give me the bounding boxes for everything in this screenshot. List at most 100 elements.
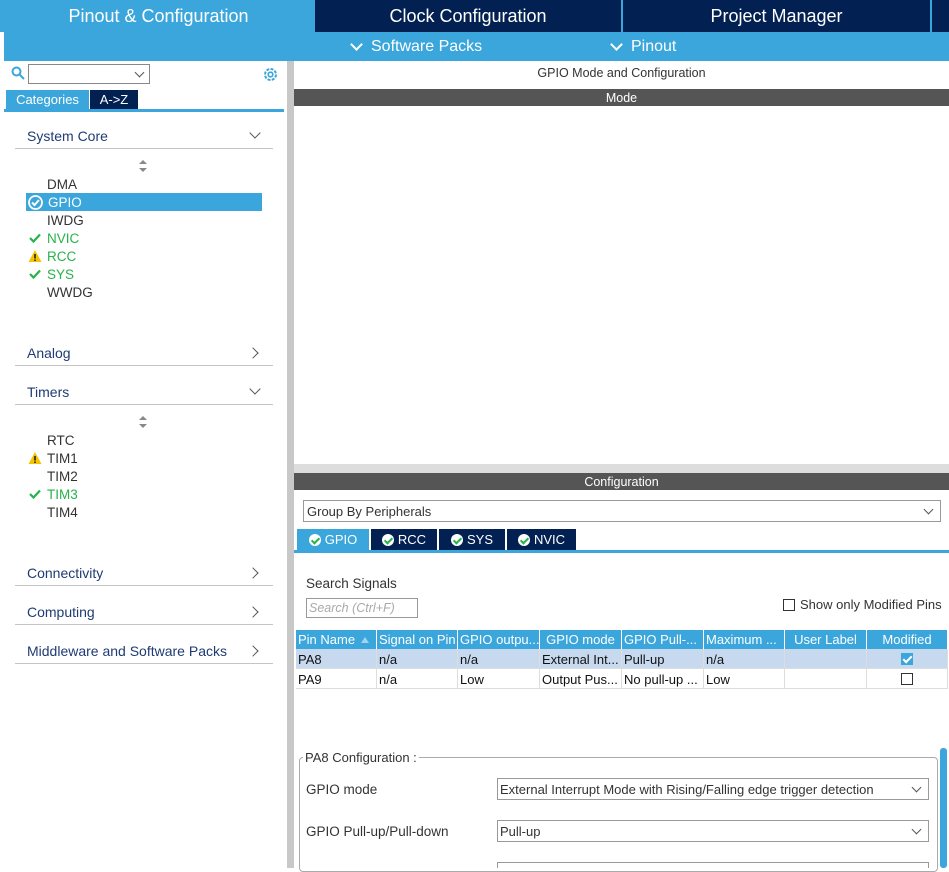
mode-header: Mode bbox=[294, 89, 949, 106]
section-label: Analog bbox=[27, 345, 71, 361]
table-row[interactable]: PA8 n/a n/a External Int... Pull-up n/a bbox=[296, 649, 948, 669]
cell-pull: Pull-up bbox=[622, 649, 704, 669]
column-label: Modified bbox=[882, 632, 932, 647]
column-signal[interactable]: Signal on Pin bbox=[377, 630, 458, 649]
item-label: TIM1 bbox=[47, 450, 78, 466]
config-tab-gpio[interactable]: GPIO bbox=[297, 529, 369, 550]
item-label: SYS bbox=[47, 266, 75, 282]
sidebar-item-nvic[interactable]: NVIC bbox=[47, 229, 79, 247]
sidebar-item-iwdg[interactable]: IWDG bbox=[47, 211, 84, 229]
group-by-select[interactable]: Group By Peripherals bbox=[303, 500, 941, 522]
sidebar-item-rtc[interactable]: RTC bbox=[47, 431, 75, 449]
section-computing[interactable]: Computing bbox=[15, 600, 273, 625]
item-label: WWDG bbox=[47, 284, 93, 300]
column-label: GPIO Pull-... bbox=[624, 632, 697, 647]
cell-modified bbox=[867, 649, 948, 669]
next-config-select[interactable] bbox=[497, 862, 929, 868]
sidebar-item-sys[interactable]: SYS bbox=[47, 265, 74, 283]
chevron-down-icon bbox=[911, 824, 922, 835]
pinout-menu[interactable]: Pinout bbox=[610, 32, 676, 61]
check-circle-icon bbox=[517, 533, 530, 546]
gpio-mode-label: GPIO mode bbox=[306, 782, 378, 797]
column-label: User Label bbox=[794, 632, 857, 647]
check-circle-icon bbox=[450, 533, 463, 546]
sort-icon[interactable] bbox=[139, 160, 147, 172]
column-maximum[interactable]: Maximum ... bbox=[704, 630, 785, 649]
section-timers[interactable]: Timers bbox=[15, 380, 273, 405]
modified-checkbox[interactable] bbox=[901, 673, 913, 685]
sidebar-item-tim1[interactable]: TIM1 bbox=[47, 449, 78, 467]
tab-pinout-configuration[interactable]: Pinout & Configuration bbox=[4, 0, 313, 32]
software-packs-menu[interactable]: Software Packs bbox=[350, 32, 482, 61]
gpio-pull-select[interactable]: Pull-up bbox=[497, 820, 929, 842]
cell-mode: External Int... bbox=[540, 649, 622, 669]
check-icon bbox=[29, 269, 41, 280]
search-signals-label: Search Signals bbox=[306, 576, 397, 591]
column-gpio-output[interactable]: GPIO outpu... bbox=[458, 630, 540, 649]
sidebar-item-wwdg[interactable]: WWDG bbox=[47, 283, 93, 301]
tab-project-manager[interactable]: Project Manager bbox=[623, 0, 930, 32]
column-label: Signal on Pin bbox=[379, 632, 456, 647]
search-icon[interactable] bbox=[11, 66, 25, 80]
cell-pin: PA9 bbox=[296, 669, 377, 689]
item-label: GPIO bbox=[48, 194, 82, 210]
tab-bar-end bbox=[932, 0, 949, 32]
tab-a-to-z[interactable]: A->Z bbox=[90, 90, 138, 109]
signal-search-input[interactable]: Search (Ctrl+F) bbox=[306, 598, 418, 618]
column-user-label[interactable]: User Label bbox=[785, 630, 867, 649]
show-modified-checkbox[interactable] bbox=[783, 599, 795, 611]
chevron-down-icon bbox=[923, 504, 934, 515]
sidebar-item-tim3[interactable]: TIM3 bbox=[47, 485, 78, 503]
section-label: Connectivity bbox=[27, 565, 104, 581]
chevron-down-icon bbox=[610, 37, 623, 51]
gpio-mode-select[interactable]: External Interrupt Mode with Rising/Fall… bbox=[497, 778, 929, 800]
modified-checkbox[interactable] bbox=[901, 653, 913, 665]
sidebar-item-tim4[interactable]: TIM4 bbox=[47, 503, 78, 521]
column-modified[interactable]: Modified bbox=[867, 630, 948, 649]
cell-user-label[interactable] bbox=[785, 649, 867, 669]
column-gpio-mode[interactable]: GPIO mode bbox=[540, 630, 622, 649]
section-middleware[interactable]: Middleware and Software Packs bbox=[15, 639, 273, 664]
cell-user-label[interactable] bbox=[785, 669, 867, 689]
column-gpio-pull[interactable]: GPIO Pull-... bbox=[622, 630, 704, 649]
chevron-down-icon bbox=[350, 37, 363, 51]
sidebar-item-gpio[interactable]: GPIO bbox=[48, 193, 82, 211]
chevron-right-icon bbox=[247, 347, 259, 359]
page-title: GPIO Mode and Configuration bbox=[537, 66, 706, 80]
check-circle-icon bbox=[28, 195, 43, 210]
section-analog[interactable]: Analog bbox=[15, 341, 273, 366]
config-scrollbar[interactable] bbox=[940, 748, 947, 868]
panel-splitter[interactable] bbox=[287, 61, 294, 868]
column-label: Pin Name bbox=[298, 632, 356, 647]
config-tabs-underline bbox=[294, 550, 949, 553]
check-icon bbox=[29, 233, 41, 244]
table-row[interactable]: PA9 n/a Low Output Pus... No pull-up ...… bbox=[296, 669, 948, 689]
sort-icon[interactable] bbox=[139, 416, 147, 428]
config-tab-nvic[interactable]: NVIC bbox=[507, 529, 576, 550]
config-tab-rcc[interactable]: RCC bbox=[371, 529, 437, 550]
sidebar-item-tim2[interactable]: TIM2 bbox=[47, 467, 78, 485]
section-label: Computing bbox=[27, 604, 95, 620]
chevron-right-icon bbox=[247, 606, 259, 618]
tab-clock-configuration[interactable]: Clock Configuration bbox=[315, 0, 621, 32]
config-tab-sys[interactable]: SYS bbox=[439, 529, 505, 550]
section-connectivity[interactable]: Connectivity bbox=[15, 561, 273, 586]
item-label: DMA bbox=[47, 176, 77, 192]
cell-pull: No pull-up ... bbox=[622, 669, 704, 689]
gpio-pull-label: GPIO Pull-up/Pull-down bbox=[306, 824, 449, 839]
item-label: TIM4 bbox=[47, 504, 78, 520]
search-input[interactable] bbox=[28, 64, 150, 84]
panel-divider[interactable] bbox=[294, 464, 949, 473]
config-tab-label: GPIO bbox=[324, 532, 358, 547]
section-system-core[interactable]: System Core bbox=[15, 124, 273, 149]
chevron-down-icon bbox=[134, 67, 145, 78]
sidebar-item-dma[interactable]: DMA bbox=[47, 175, 77, 193]
item-label: IWDG bbox=[47, 212, 84, 228]
item-label: RCC bbox=[47, 248, 77, 264]
cell-signal: n/a bbox=[377, 649, 458, 669]
sidebar-item-rcc[interactable]: RCC bbox=[47, 247, 76, 265]
gear-icon[interactable] bbox=[262, 66, 279, 83]
column-pin-name[interactable]: Pin Name bbox=[296, 630, 377, 649]
item-label: TIM3 bbox=[47, 486, 78, 502]
tab-categories[interactable]: Categories bbox=[6, 90, 89, 109]
